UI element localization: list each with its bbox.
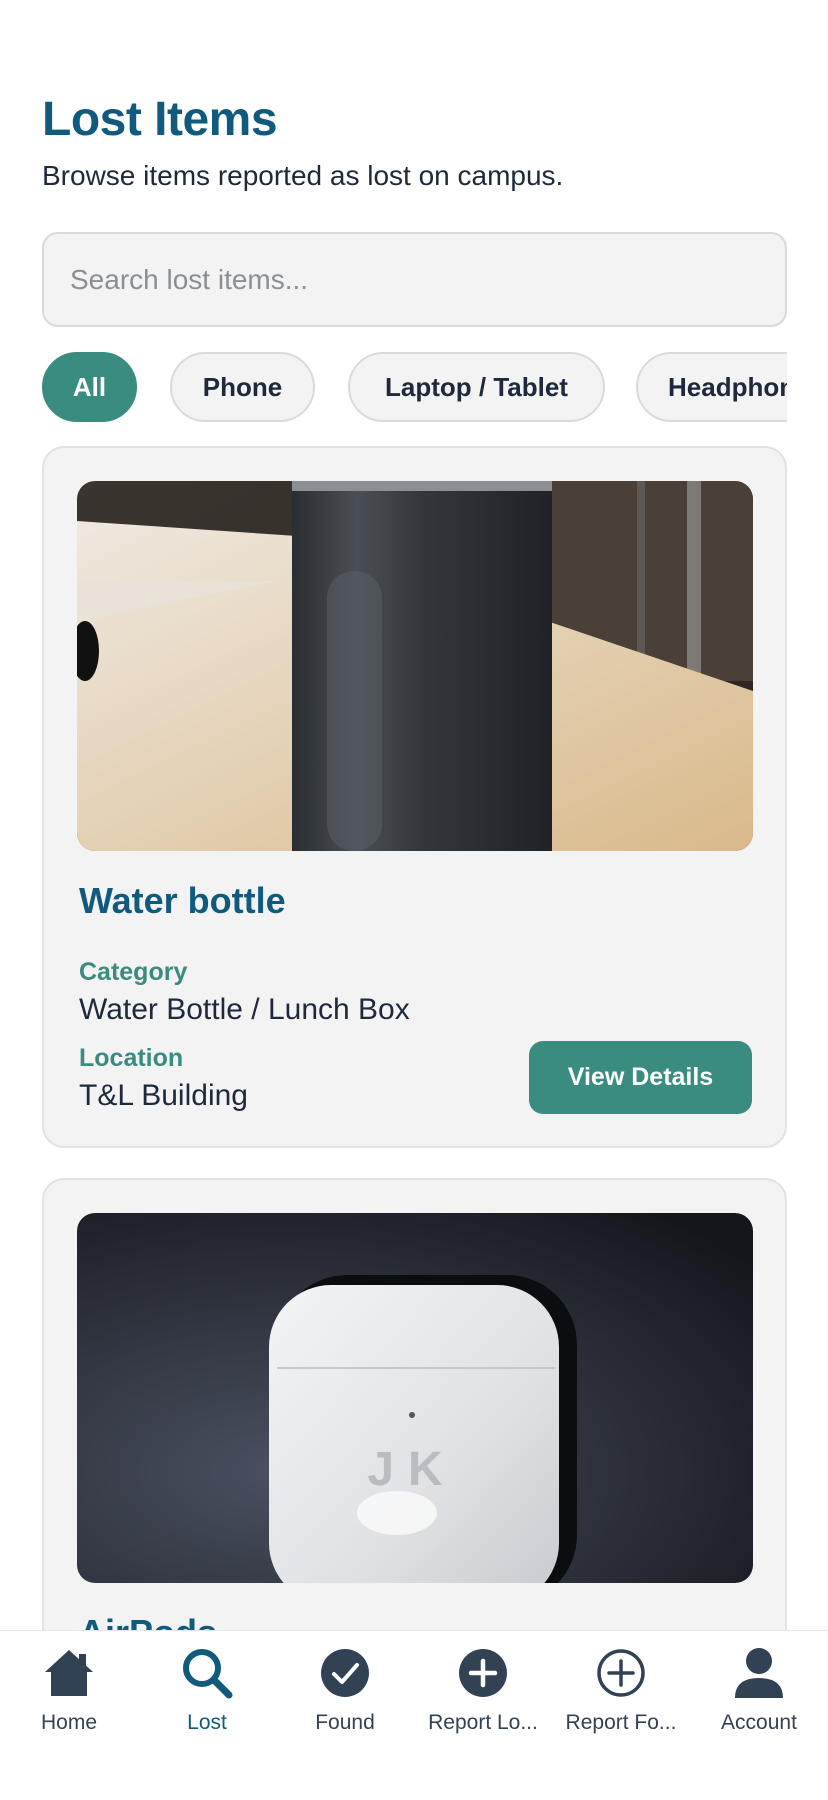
tab-lost[interactable]: Lost	[138, 1645, 276, 1745]
location-value: T&L Building	[79, 1079, 248, 1112]
tab-label: Home	[40, 1711, 98, 1734]
category-value: Water Bottle / Lunch Box	[79, 993, 410, 1026]
item-card[interactable]: Water bottle Category Water Bottle / Lun…	[42, 446, 787, 1148]
page-subtitle: Browse items reported as lost on campus.	[42, 160, 564, 191]
filter-chip-laptop-tablet[interactable]: Laptop / Tablet	[348, 352, 605, 422]
search-input[interactable]	[44, 234, 785, 325]
tab-label: Report Lo...	[428, 1711, 538, 1734]
view-details-button[interactable]: View Details	[529, 1041, 752, 1114]
item-name[interactable]: Water bottle	[79, 880, 286, 922]
tab-home[interactable]: Home	[0, 1645, 138, 1745]
check-circle-icon	[317, 1645, 373, 1701]
user-icon	[731, 1645, 787, 1701]
filter-chip-all[interactable]: All	[42, 352, 137, 422]
tab-found[interactable]: Found	[276, 1645, 414, 1745]
tab-account[interactable]: Account	[690, 1645, 828, 1745]
tab-report-lost[interactable]: Report Lo...	[414, 1645, 552, 1745]
location-label: Location	[79, 1044, 184, 1072]
bottom-tab-bar: Home Lost Found Report Lo... Report Fo..…	[0, 1630, 828, 1800]
tab-report-found[interactable]: Report Fo...	[552, 1645, 690, 1745]
category-label: Category	[79, 958, 188, 986]
svg-text:JK: JK	[367, 1443, 456, 1496]
tab-label: Report Fo...	[565, 1711, 677, 1734]
plus-circle-outline-icon	[593, 1645, 649, 1701]
water-bottle-photo	[77, 481, 753, 851]
page-title: Lost Items	[42, 93, 278, 146]
filter-chip-headphones[interactable]: Headphones	[636, 352, 787, 422]
tab-label: Found	[315, 1711, 375, 1734]
filter-chip-phone[interactable]: Phone	[170, 352, 315, 422]
search-icon	[179, 1645, 235, 1701]
tab-label: Lost	[187, 1711, 227, 1734]
plus-circle-filled-icon	[455, 1645, 511, 1701]
search-box[interactable]	[42, 232, 787, 327]
tab-label: Account	[721, 1711, 797, 1734]
home-icon	[41, 1645, 97, 1701]
item-card[interactable]: JK AirPods	[42, 1178, 787, 1698]
airpods-photo: JK	[77, 1213, 753, 1583]
category-filter-bar[interactable]: All Phone Laptop / Tablet Headphones	[42, 352, 787, 422]
